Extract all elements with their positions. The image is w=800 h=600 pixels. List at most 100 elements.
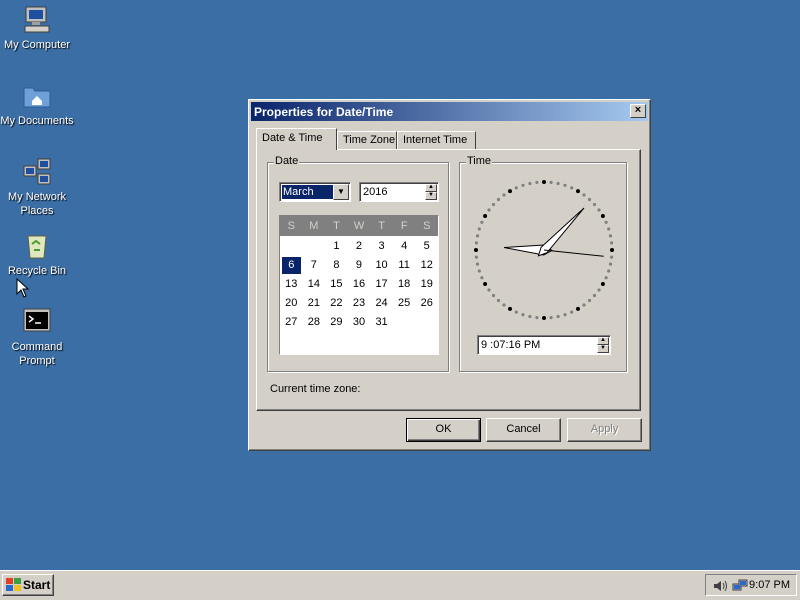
clock-minute-mark bbox=[474, 255, 478, 259]
month-dropdown[interactable]: March ▼ bbox=[279, 182, 351, 202]
speaker-icon[interactable] bbox=[712, 578, 728, 594]
mouse-cursor-icon bbox=[16, 278, 30, 298]
calendar-day[interactable]: 29 bbox=[325, 313, 348, 332]
clock-minute-mark bbox=[563, 183, 567, 187]
day-header: T bbox=[378, 220, 385, 232]
clock-minute-mark bbox=[570, 186, 574, 190]
calendar-day[interactable]: 23 bbox=[348, 294, 371, 313]
clock-minute-mark bbox=[597, 208, 601, 212]
apply-label: Apply bbox=[590, 423, 619, 435]
calendar-day[interactable]: 17 bbox=[370, 275, 393, 294]
calendar-day[interactable]: 14 bbox=[303, 275, 326, 294]
desktop-icon-label: Recycle Bin bbox=[7, 265, 67, 277]
calendar-day[interactable]: 25 bbox=[393, 294, 416, 313]
ok-button[interactable]: OK bbox=[406, 418, 481, 442]
clock-minute-mark bbox=[474, 241, 478, 245]
clock-minute-mark bbox=[587, 197, 592, 202]
year-spin-buttons: ▲ ▼ bbox=[425, 184, 437, 200]
desktop-icon-label: My Network Places bbox=[7, 191, 67, 217]
clock-hour-mark bbox=[483, 214, 488, 218]
clock-hour-mark bbox=[576, 306, 580, 311]
calendar-day[interactable]: 3 bbox=[370, 237, 393, 256]
start-label: Start bbox=[23, 578, 51, 592]
clock-minute-mark bbox=[477, 227, 481, 231]
calendar-day[interactable]: 13 bbox=[280, 275, 303, 294]
desktop-icon-my-computer[interactable]: My Computer bbox=[0, 4, 74, 52]
clock-minute-mark bbox=[597, 288, 601, 292]
cancel-button[interactable]: Cancel bbox=[486, 418, 561, 442]
calendar-day[interactable]: 6 bbox=[282, 257, 301, 274]
day-header: W bbox=[353, 220, 365, 232]
clock-minute-mark bbox=[521, 183, 525, 187]
clock-minute-mark bbox=[608, 234, 613, 238]
calendar-day[interactable]: 16 bbox=[348, 275, 371, 294]
system-tray: 9:07 PM bbox=[705, 574, 797, 596]
calendar-day[interactable]: 30 bbox=[348, 313, 371, 332]
calendar-day[interactable]: 22 bbox=[325, 294, 348, 313]
calendar-empty-cell bbox=[303, 237, 326, 256]
windows-logo-icon bbox=[6, 578, 21, 591]
desktop-icon-my-network-places[interactable]: My Network Places bbox=[0, 156, 74, 218]
spin-up-icon[interactable]: ▲ bbox=[425, 184, 437, 192]
clock-minute-mark bbox=[610, 241, 614, 245]
close-button[interactable]: × bbox=[630, 104, 646, 118]
clock-minute-mark bbox=[582, 193, 586, 197]
calendar-day[interactable]: 27 bbox=[280, 313, 303, 332]
clock-minute-mark bbox=[487, 288, 491, 292]
network-connection-icon[interactable] bbox=[732, 578, 748, 594]
desktop-icon-command-prompt[interactable]: Command Prompt bbox=[0, 306, 74, 368]
chevron-down-icon[interactable]: ▼ bbox=[333, 184, 349, 200]
title-bar[interactable]: Properties for Date/Time × bbox=[251, 102, 648, 121]
desktop-icon-recycle-bin[interactable]: Recycle Bin bbox=[0, 230, 74, 278]
calendar-day[interactable]: 15 bbox=[325, 275, 348, 294]
tab-date-time[interactable]: Date & Time bbox=[256, 128, 337, 150]
clock-minute-mark bbox=[491, 293, 496, 298]
desktop-icon-label: My Documents bbox=[0, 115, 74, 127]
desktop-icon-label: My Computer bbox=[3, 39, 71, 51]
calendar-day[interactable]: 1 bbox=[325, 237, 348, 256]
calendar-day[interactable]: 2 bbox=[348, 237, 371, 256]
time-field[interactable]: 9 :07:16 PM ▲ ▼ bbox=[477, 335, 611, 355]
spin-up-icon[interactable]: ▲ bbox=[597, 337, 609, 345]
clock-minute-hand bbox=[537, 207, 585, 257]
spin-down-icon[interactable]: ▼ bbox=[597, 345, 609, 353]
clock-minute-mark bbox=[563, 313, 567, 317]
calendar-day[interactable]: 11 bbox=[393, 256, 416, 275]
calendar-day[interactable]: 10 bbox=[370, 256, 393, 275]
calendar-day[interactable]: 26 bbox=[415, 294, 438, 313]
calendar-day[interactable]: 24 bbox=[370, 294, 393, 313]
day-header: F bbox=[400, 220, 408, 232]
clock-hour-mark bbox=[610, 248, 614, 252]
calendar-day[interactable]: 7 bbox=[303, 256, 326, 275]
time-group-label: Time bbox=[466, 155, 493, 167]
tab-time-zone[interactable]: Time Zone bbox=[337, 131, 397, 149]
clock-minute-mark bbox=[592, 293, 597, 298]
clock-minute-mark bbox=[487, 208, 491, 212]
desktop-icon-my-documents[interactable]: My Documents bbox=[0, 80, 74, 128]
clock-minute-mark bbox=[556, 181, 560, 186]
start-button[interactable]: Start bbox=[2, 574, 54, 596]
clock-minute-mark bbox=[528, 181, 532, 186]
clock-hour-mark bbox=[474, 248, 478, 252]
spin-down-icon[interactable]: ▼ bbox=[425, 192, 437, 200]
calendar-day[interactable]: 12 bbox=[415, 256, 438, 275]
taskbar-clock[interactable]: 9:07 PM bbox=[749, 579, 790, 591]
calendar-day[interactable]: 8 bbox=[325, 256, 348, 275]
calendar-day[interactable]: 4 bbox=[393, 237, 416, 256]
calendar-day[interactable]: 18 bbox=[393, 275, 416, 294]
calendar-day[interactable]: 5 bbox=[415, 237, 438, 256]
tab-internet-time[interactable]: Internet Time bbox=[397, 131, 476, 149]
calendar-day[interactable]: 31 bbox=[370, 313, 393, 332]
calendar-day[interactable]: 19 bbox=[415, 275, 438, 294]
time-value[interactable]: 9 :07:16 PM bbox=[481, 338, 540, 352]
calendar-day[interactable]: 9 bbox=[348, 256, 371, 275]
clock-minute-mark bbox=[610, 255, 614, 259]
year-spinner[interactable]: 2016 ▲ ▼ bbox=[359, 182, 439, 202]
calendar-day[interactable]: 21 bbox=[303, 294, 326, 313]
apply-button[interactable]: Apply bbox=[567, 418, 642, 442]
calendar-day[interactable]: 20 bbox=[280, 294, 303, 313]
folder-icon bbox=[21, 80, 53, 112]
calendar-day[interactable]: 28 bbox=[303, 313, 326, 332]
tab-label: Date & Time bbox=[262, 132, 323, 144]
analog-clock bbox=[474, 180, 614, 320]
